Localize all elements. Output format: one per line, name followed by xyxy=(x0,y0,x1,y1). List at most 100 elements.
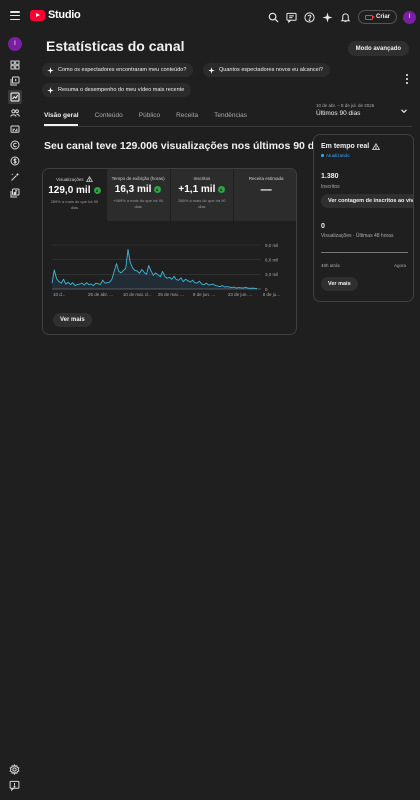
overview-headline: Seu canal teve 129.006 visualizações nos… xyxy=(44,140,329,152)
trend-up-icon xyxy=(154,186,162,193)
metric-subscribers[interactable]: Inscritos +1,1 mil 286% a mais do que há… xyxy=(170,169,235,221)
feedback-icon[interactable] xyxy=(284,9,300,25)
trend-up-icon xyxy=(93,187,101,194)
realtime-views-label: Visualizações · Últimas 48 horas xyxy=(321,233,394,239)
date-range-selector[interactable]: 10 de abr. – 8 de jul. de 2026 Últimos 9… xyxy=(316,103,374,117)
metric-comparison: 286% a mais do que há 90 dias xyxy=(178,198,226,209)
trend-up-icon xyxy=(218,186,226,193)
advanced-mode-button[interactable]: Modo avançado xyxy=(347,41,409,56)
help-icon[interactable] xyxy=(302,9,318,25)
metric-tabs: Visualizações 129,0 mil 289% a mais do q… xyxy=(43,169,296,221)
ask-chip-traffic[interactable]: Como os espectadores encontraram meu con… xyxy=(42,63,194,77)
metric-value-row: 129,0 mil xyxy=(43,185,106,196)
realtime-views-value: 0 xyxy=(321,223,325,230)
top-actions: Criar I xyxy=(266,0,420,34)
earn-icon[interactable] xyxy=(8,154,22,168)
analytics-icon[interactable] xyxy=(8,90,22,104)
metric-value: — xyxy=(260,184,272,196)
realtime-title-row: Em tempo real xyxy=(321,143,381,150)
chip-label: Como os espectadores encontraram meu con… xyxy=(58,67,187,73)
left-rail: I xyxy=(0,34,30,800)
chip-label: Resuma o desempenho do meu vídeo mais re… xyxy=(58,87,185,93)
studio-logo[interactable]: Studio xyxy=(30,9,81,21)
warning-icon xyxy=(372,143,381,150)
metric-label-row: Receita estimada xyxy=(234,176,296,181)
metric-label-row: Visualizações xyxy=(43,176,106,182)
video-camera-icon xyxy=(364,14,375,20)
settings-icon[interactable] xyxy=(9,762,20,776)
content-icon[interactable] xyxy=(8,74,22,88)
metric-revenue[interactable]: Receita estimada — xyxy=(234,169,296,221)
y-tick-label: 3,0 mil xyxy=(265,272,278,277)
realtime-status-label: Atualizando xyxy=(326,153,350,158)
sparkle-icon xyxy=(208,66,215,74)
customization-icon[interactable] xyxy=(8,170,22,184)
x-tick-label: 10 d... xyxy=(53,292,66,297)
y-tick-label: 9,0 mil xyxy=(265,243,278,248)
realtime-title: Em tempo real xyxy=(321,143,370,150)
realtime-axis-end: Agora xyxy=(393,263,406,268)
create-label: Criar xyxy=(375,14,390,20)
views-line-chart: 9,0 mil6,0 mil3,0 mil010 d... 25 de abr. … xyxy=(51,243,280,297)
audio-library-icon[interactable] xyxy=(8,186,22,200)
youtube-logo-icon xyxy=(30,9,45,21)
tab-revenue[interactable]: Receita xyxy=(176,112,198,126)
copyright-icon[interactable] xyxy=(8,138,22,152)
realtime-subscribers-value: 1.380 xyxy=(321,173,339,180)
see-more-button[interactable]: Ver mais xyxy=(53,313,92,327)
page: Studio Criar I I Estatísticas do canal M… xyxy=(0,0,420,800)
metric-comparison: +969% a mais do que há 90 dias xyxy=(113,198,164,209)
metric-value: +1,1 mil xyxy=(178,184,216,195)
top-bar: Studio Criar I xyxy=(0,0,420,34)
x-tick-label: 23 de jun. ... xyxy=(228,292,253,297)
overview-card: Visualizações 129,0 mil 289% a mais do q… xyxy=(42,168,297,335)
metric-label: Tempo de exibição (horas) xyxy=(111,176,165,181)
subtitles-icon[interactable] xyxy=(8,122,22,136)
metric-value: 129,0 mil xyxy=(48,185,91,196)
community-icon[interactable] xyxy=(8,106,22,120)
menu-icon[interactable] xyxy=(10,11,20,20)
dashboard-icon[interactable] xyxy=(8,58,22,72)
tab-divider xyxy=(44,126,412,127)
tab-trends[interactable]: Tendências xyxy=(214,112,247,126)
realtime-see-more-button[interactable]: Ver mais xyxy=(321,277,358,291)
metric-label: Receita estimada xyxy=(248,176,284,181)
create-button[interactable]: Criar xyxy=(357,10,397,24)
metric-watch-time[interactable]: Tempo de exibição (horas) 16,3 mil +969%… xyxy=(106,169,171,221)
page-title: Estatísticas do canal xyxy=(46,38,185,54)
tab-content[interactable]: Conteúdo xyxy=(95,112,123,126)
sparkle-icon[interactable] xyxy=(320,9,336,25)
metric-value-row: +1,1 mil xyxy=(171,184,234,195)
sparkle-icon xyxy=(47,86,54,94)
x-tick-label: 25 de mai. ... xyxy=(158,292,184,297)
metric-label: Visualizações xyxy=(56,176,84,182)
ask-chip-latest-video[interactable]: Resuma o desempenho do meu vídeo mais re… xyxy=(42,83,192,97)
sparkle-icon xyxy=(47,66,54,74)
metric-views[interactable]: Visualizações 129,0 mil 289% a mais do q… xyxy=(43,169,107,221)
date-range-dates: 10 de abr. – 8 de jul. de 2026 xyxy=(316,103,375,108)
metric-label: Inscritos xyxy=(193,176,211,181)
metric-label-row: Tempo de exibição (horas) xyxy=(107,176,170,181)
x-tick-label: 10 de mai. d... xyxy=(123,292,152,297)
live-subscriber-count-button[interactable]: Ver contagem de inscritos ao vivo xyxy=(321,194,413,208)
channel-avatar[interactable]: I xyxy=(8,37,22,51)
metric-value: 16,3 mil xyxy=(114,184,152,195)
series-area xyxy=(52,249,257,289)
metric-comparison: 289% a mais do que há 90 dias xyxy=(50,199,99,210)
metric-value-row: — xyxy=(234,184,296,196)
x-tick-label: 25 de abr. ... xyxy=(88,292,113,297)
bell-icon[interactable] xyxy=(338,9,354,25)
logo-text: Studio xyxy=(48,9,81,21)
ask-chip-new-viewers[interactable]: Quantos espectadores novos eu alcancei? xyxy=(203,63,330,77)
send-feedback-icon[interactable] xyxy=(9,778,20,792)
realtime-baseline xyxy=(321,252,408,253)
tab-audience[interactable]: Público xyxy=(139,112,160,126)
chevron-down-icon[interactable] xyxy=(400,107,408,115)
more-options-icon[interactable] xyxy=(405,74,409,84)
x-tick-label: 8 de jun. ... xyxy=(193,292,215,297)
account-avatar[interactable]: I xyxy=(403,10,416,24)
metric-label-row: Inscritos xyxy=(171,176,234,181)
realtime-subscribers-label: Inscritos xyxy=(321,184,340,190)
date-range-label: Últimos 90 dias xyxy=(316,110,361,117)
search-icon[interactable] xyxy=(266,9,282,25)
